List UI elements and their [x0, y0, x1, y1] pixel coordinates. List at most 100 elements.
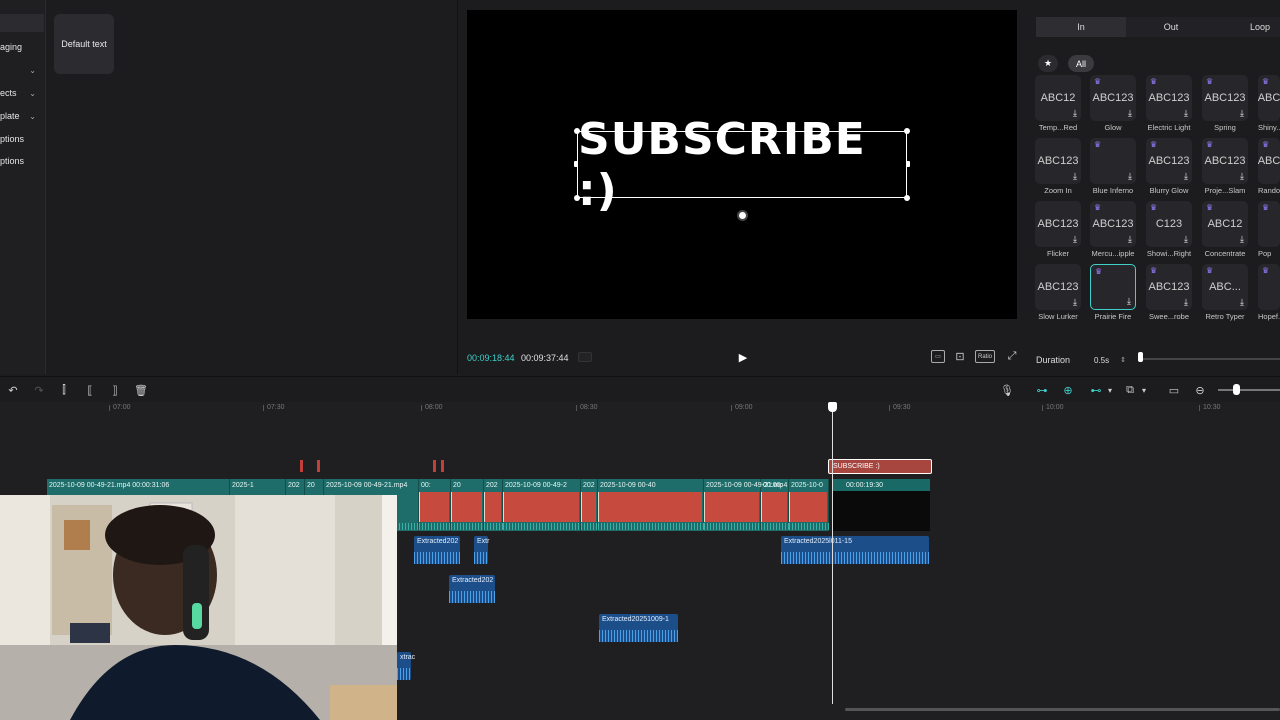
text-clip[interactable]: SUBSCRIBE :)	[828, 459, 932, 474]
sidebar-item-1[interactable]: aging	[0, 38, 44, 56]
animation-card[interactable]: ABC12 ♛ ⤓	[1202, 201, 1248, 247]
sidebar-item-0[interactable]	[0, 14, 44, 32]
animation-card[interactable]: ABC... ♛ ⤓	[1202, 264, 1248, 310]
default-text-card[interactable]: Default text	[54, 14, 114, 74]
split-icon[interactable]: ⫿	[57, 383, 71, 397]
animation-card[interactable]: ABC123 ⤓	[1035, 264, 1081, 310]
download-icon[interactable]: ⤓	[1073, 297, 1077, 308]
video-clip[interactable]: 2025-10-09 00-49-2	[503, 479, 581, 531]
animation-card[interactable]: ABC ♛	[1258, 75, 1280, 121]
preview-axis-icon[interactable]: ⧉	[1123, 383, 1137, 397]
main-track-magnet-icon[interactable]: ⊶	[1035, 383, 1049, 397]
duration-slider[interactable]	[1138, 358, 1280, 360]
timecode-format-toggle[interactable]	[578, 352, 592, 362]
fullscreen-icon[interactable]: ⤢	[1005, 350, 1019, 363]
undo-icon[interactable]: ↶	[6, 383, 20, 397]
resize-handle[interactable]	[574, 195, 580, 201]
video-clip[interactable]: 00:	[419, 479, 451, 531]
favorites-button[interactable]: ★	[1038, 55, 1058, 72]
animation-card[interactable]: ABC123 ♛ ⤓	[1090, 75, 1136, 121]
animation-card[interactable]: C123 ♛ ⤓	[1146, 201, 1192, 247]
resize-handle[interactable]	[574, 128, 580, 134]
download-icon[interactable]: ⤓	[1073, 234, 1077, 245]
clip-marker[interactable]	[441, 460, 444, 472]
video-clip[interactable]: 202	[581, 479, 598, 531]
clip-marker[interactable]	[317, 460, 320, 472]
download-icon[interactable]: ⤓	[1127, 296, 1131, 307]
audio-clip[interactable]: Extr	[474, 536, 489, 564]
sidebar-item-6[interactable]: ptions	[0, 152, 44, 170]
download-icon[interactable]: ⤓	[1184, 171, 1188, 182]
linkage-icon[interactable]: ⊷	[1089, 383, 1103, 397]
subtitle-view-icon[interactable]: ▭	[931, 350, 945, 363]
video-clip[interactable]: 202	[484, 479, 503, 531]
sidebar-item-2[interactable]: ⌄	[0, 61, 44, 79]
animation-card[interactable]: ♛	[1258, 201, 1280, 247]
duration-stepper[interactable]: 0.5s ⇕	[1090, 353, 1128, 367]
download-icon[interactable]: ⤓	[1128, 234, 1132, 245]
download-icon[interactable]: ⤓	[1073, 108, 1077, 119]
clip-marker[interactable]	[433, 460, 436, 472]
auto-snap-icon[interactable]: ⊕	[1061, 383, 1075, 397]
animation-card[interactable]: ABC123 ♛ ⤓	[1146, 138, 1192, 184]
delete-icon[interactable]: 🗑	[134, 383, 148, 397]
download-icon[interactable]: ⤓	[1128, 108, 1132, 119]
audio-clip[interactable]: Extracted2025l011-15	[781, 536, 929, 564]
animation-card[interactable]: ABC123 ♛ ⤓	[1202, 75, 1248, 121]
download-icon[interactable]: ⤓	[1128, 171, 1132, 182]
tab-out[interactable]: Out	[1126, 17, 1216, 37]
animation-card[interactable]: ABC123 ♛ ⤓	[1146, 264, 1192, 310]
animation-card[interactable]: ABC123 ♛ ⤓	[1202, 138, 1248, 184]
tab-loop[interactable]: Loop	[1216, 17, 1280, 37]
video-clip[interactable]: 20	[451, 479, 484, 531]
video-viewer[interactable]: SUBSCRIBE :)	[467, 10, 1017, 319]
animation-card[interactable]: ABC12 ⤓	[1035, 75, 1081, 121]
resize-handle[interactable]	[574, 161, 578, 167]
animation-card[interactable]: ABC123 ♛ ⤓	[1090, 201, 1136, 247]
chevron-down-icon[interactable]: ▾	[1103, 383, 1117, 397]
all-filter-button[interactable]: All	[1068, 55, 1094, 72]
download-icon[interactable]: ⤓	[1240, 234, 1244, 245]
zoom-slider-knob[interactable]	[1233, 384, 1240, 395]
audio-clip[interactable]: xtrac	[397, 652, 415, 680]
sidebar-item-3[interactable]: ects ⌄	[0, 84, 44, 102]
download-icon[interactable]: ⤓	[1240, 297, 1244, 308]
trim-left-icon[interactable]: ⟦	[83, 383, 97, 397]
horizontal-scrollbar[interactable]	[845, 708, 1280, 711]
playhead-line[interactable]	[832, 402, 833, 704]
zoom-out-icon[interactable]: ⊖	[1193, 383, 1207, 397]
ratio-button[interactable]: Ratio	[975, 350, 995, 363]
text-overlay-selection[interactable]: SUBSCRIBE :)	[574, 114, 910, 216]
resize-handle[interactable]	[904, 128, 910, 134]
animation-card[interactable]: ABC123 ⤓	[1035, 201, 1081, 247]
animation-card[interactable]: ABC ♛	[1258, 138, 1280, 184]
animation-card[interactable]: ABC123 ⤓	[1035, 138, 1081, 184]
sidebar-item-5[interactable]: ptions	[0, 130, 44, 148]
audio-clip[interactable]: Extracted20251009-1	[599, 614, 678, 642]
sidebar-item-4[interactable]: plate ⌄	[0, 107, 44, 125]
trim-right-icon[interactable]: ⟧	[108, 383, 122, 397]
animation-card[interactable]: ABC123 ♛ ⤓	[1146, 75, 1192, 121]
animation-card[interactable]: ♛ ⤓	[1090, 264, 1136, 310]
timeline-view-icon[interactable]: ▭	[1167, 383, 1181, 397]
microphone-icon[interactable]: 🎙	[1000, 383, 1014, 397]
tab-in[interactable]: In	[1036, 17, 1126, 37]
playhead-handle[interactable]	[828, 402, 837, 412]
video-clip[interactable]: 2025-10-09 00-49-21.mp4	[704, 479, 787, 531]
duration-slider-knob[interactable]	[1138, 352, 1143, 362]
chevron-down-icon[interactable]: ▾	[1137, 383, 1151, 397]
video-clip[interactable]: 2025-10-09 00-40	[598, 479, 704, 531]
download-icon[interactable]: ⤓	[1184, 234, 1188, 245]
animation-card[interactable]: ♛	[1258, 264, 1280, 310]
rotate-handle[interactable]	[737, 210, 748, 221]
download-icon[interactable]: ⤓	[1073, 171, 1077, 182]
video-clip[interactable]: 2025-10-0	[789, 479, 829, 531]
clip-marker[interactable]	[300, 460, 303, 472]
fit-screen-icon[interactable]: ⊡	[953, 350, 967, 363]
animation-card[interactable]: ♛ ⤓	[1090, 138, 1136, 184]
download-icon[interactable]: ⤓	[1240, 108, 1244, 119]
download-icon[interactable]: ⤓	[1240, 171, 1244, 182]
audio-clip[interactable]: Extracted202	[414, 536, 460, 564]
download-icon[interactable]: ⤓	[1184, 108, 1188, 119]
resize-handle[interactable]	[904, 195, 910, 201]
